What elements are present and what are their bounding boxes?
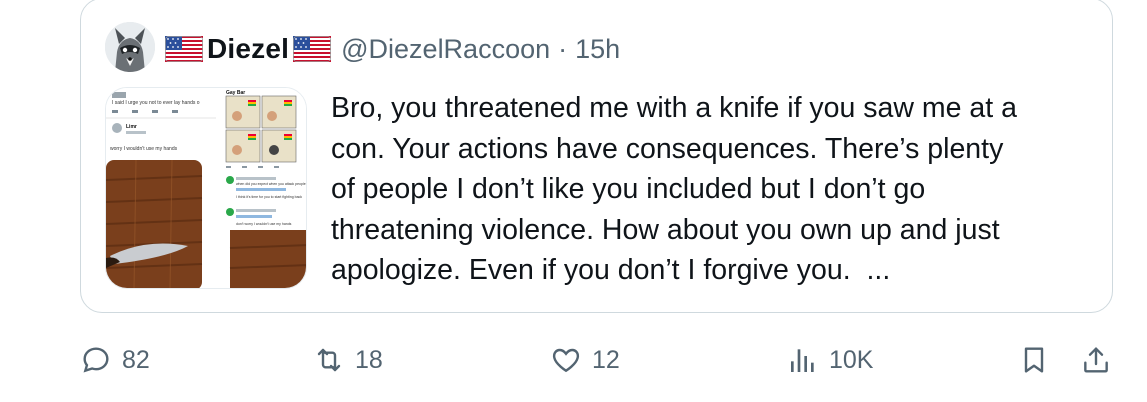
like-button[interactable]: 12	[548, 335, 620, 385]
heart-icon	[548, 342, 584, 378]
reply-count: 82	[122, 345, 150, 374]
reply-icon	[78, 342, 114, 378]
us-flag-icon	[293, 36, 332, 62]
repost-icon	[311, 342, 347, 378]
share-icon	[1078, 342, 1114, 378]
raccoon-avatar-icon	[105, 22, 155, 72]
bookmark-icon	[1016, 342, 1052, 378]
thumb-side-reply: when did you expect when you attack peop…	[236, 182, 306, 186]
repost-count: 18	[355, 345, 383, 374]
thumb-username: Limr	[126, 124, 137, 130]
share-button[interactable]	[1078, 335, 1114, 385]
bookmark-button[interactable]	[1016, 335, 1052, 385]
views-count: 10K	[829, 345, 874, 374]
quote-author-row[interactable]: Diezel @DiezelRaccoon · 15h	[163, 32, 620, 66]
thumb-gaybar-label: Gay Bar	[226, 90, 245, 96]
tweet-action-bar: 82 18 12 10K	[0, 335, 1147, 385]
avatar[interactable]	[105, 22, 155, 72]
author-display-name[interactable]: Diezel	[207, 33, 289, 65]
author-handle[interactable]: @DiezelRaccoon	[341, 34, 550, 65]
screenshot-collage-image: I said I urge you not to ever lay hands …	[106, 88, 306, 288]
timestamp[interactable]: 15h	[575, 34, 620, 65]
thumb-side-bottom: don't worry I wouldn't use my hands	[236, 222, 292, 226]
quoted-tweet-text[interactable]: Bro, you threatened me with a knife if y…	[331, 88, 1091, 291]
separator-dot: ·	[558, 33, 568, 64]
analytics-icon	[785, 342, 821, 378]
repost-button[interactable]: 18	[311, 335, 383, 385]
reply-button[interactable]: 82	[78, 335, 150, 385]
thumb-side-reply2: I think it's time for you to start fight…	[236, 195, 302, 199]
views-button[interactable]: 10K	[785, 335, 873, 385]
like-count: 12	[592, 345, 620, 374]
media-thumbnail[interactable]: I said I urge you not to ever lay hands …	[105, 87, 307, 289]
thumb-caption: I said I urge you not to ever lay hands …	[112, 100, 200, 106]
thumb-reply: worry I wouldn't use my hands	[110, 146, 178, 152]
us-flag-icon	[165, 36, 203, 62]
